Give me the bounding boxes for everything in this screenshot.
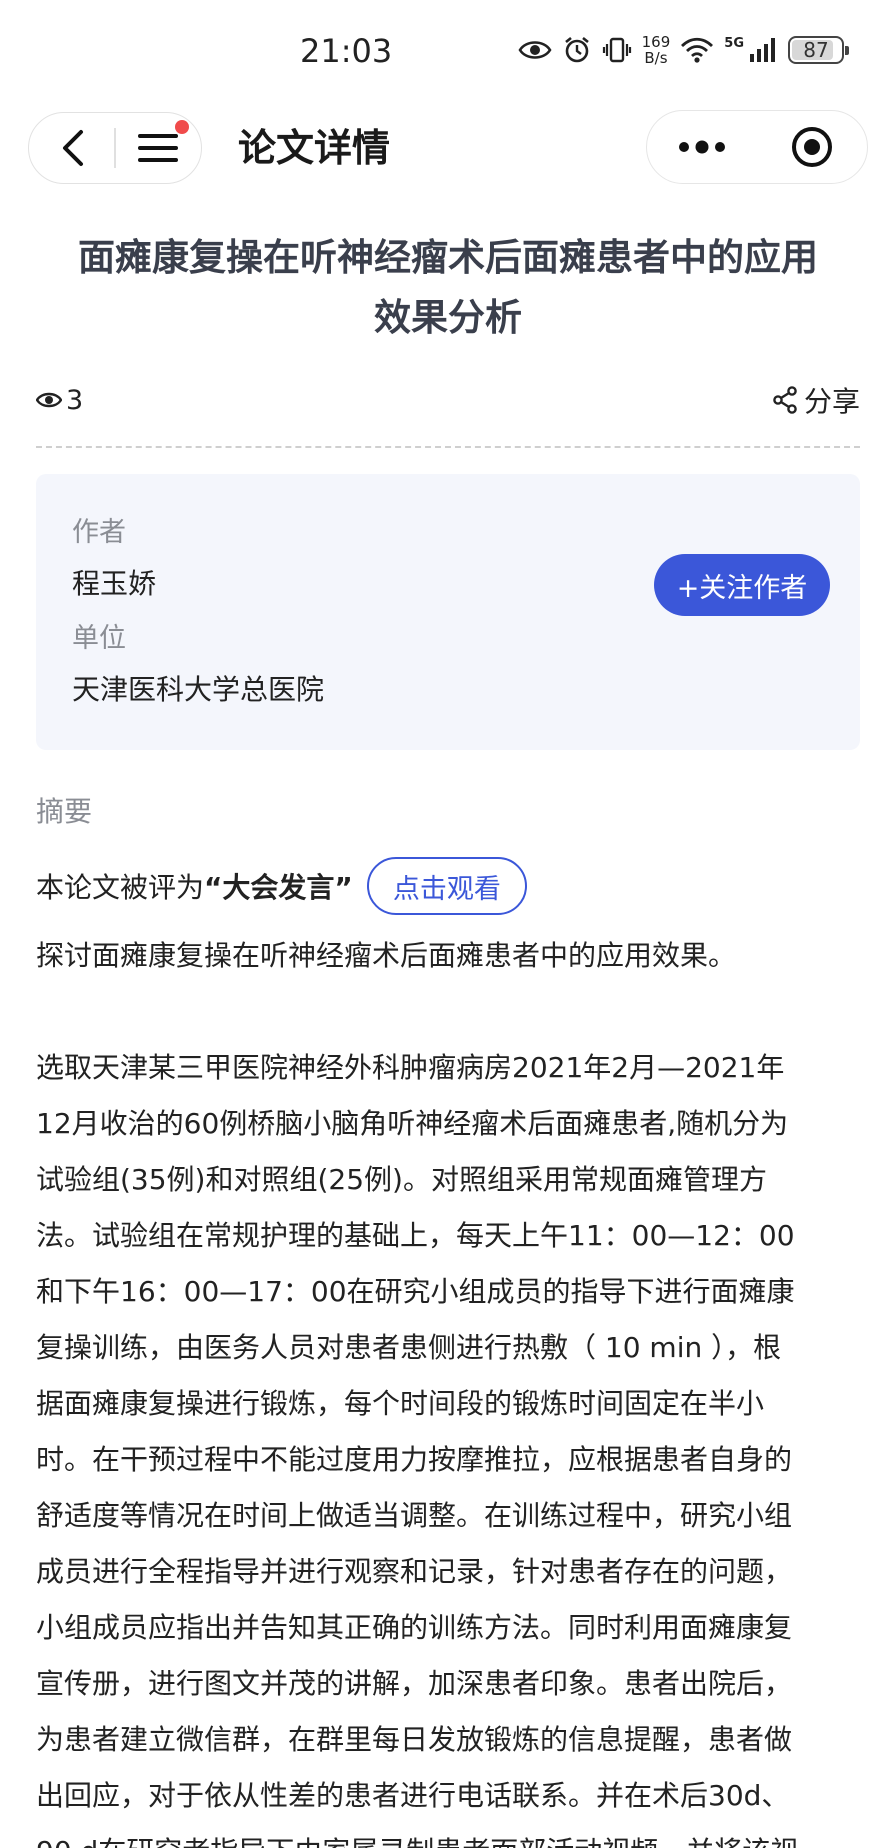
wifi-icon [681, 37, 714, 63]
abstract-line: 选取天津某三甲医院神经外科肿瘤病房2021年2月—2021年 [36, 1051, 785, 1084]
menu-button[interactable] [116, 112, 201, 184]
network-type: 5G [724, 35, 744, 51]
share-button[interactable]: 分享 [772, 380, 860, 420]
back-button[interactable] [29, 112, 114, 184]
close-target-icon [792, 127, 832, 167]
divider [36, 446, 860, 448]
abstract-line: 和下午16：00—17：00在研究小组成员的指导下进行面瘫康 [36, 1275, 795, 1308]
abstract-line: 宣传册，进行图文并茂的讲解，加深患者印象。患者出院后， [36, 1667, 793, 1700]
paper-title: 面瘫康复操在听神经瘤术后面瘫患者中的应用 效果分析 [40, 228, 856, 348]
abstract-line: 出回应，对于依从性差的患者进行电话联系。并在术后30d、 [36, 1779, 790, 1812]
abstract-line: 90 d在研究者指导下由家属录制患者面部活动视频，并将该视 [36, 1824, 864, 1848]
unit-label: 单位 [72, 623, 126, 654]
unit-name: 天津医科大学总医院 [72, 673, 325, 706]
view-count-value: 3 [66, 384, 84, 416]
paper-title-line: 面瘫康复操在听神经瘤术后面瘫患者中的应用 [78, 236, 818, 279]
abstract-line: 12月收治的60例桥脑小脑角听神经瘤术后面瘫患者,随机分为 [36, 1107, 789, 1140]
abstract-line: 小组成员应指出并告知其正确的训练方法。同时利用面瘫康复 [36, 1611, 793, 1644]
more-button[interactable] [647, 110, 757, 184]
nav-right-capsule [646, 110, 868, 184]
abstract-line: 试验组(35例)和对照组(25例)。对照组采用常规面瘫管理方 [36, 1163, 767, 1196]
author-name[interactable]: 程玉娇 [72, 562, 156, 602]
watch-button[interactable]: 点击观看 [366, 857, 527, 915]
status-time: 21:03 [300, 32, 393, 70]
abstract-line: 据面瘫康复操进行锻炼，每个时间段的锻炼时间固定在半小 [36, 1387, 765, 1420]
award-prefix: 本论文被评为 [36, 871, 205, 904]
net-speed-value: 169 [641, 33, 671, 51]
author-card: 作者 程玉娇 单位 天津医科大学总医院 +关注作者 [36, 474, 860, 750]
abstract-body: 探讨面瘫康复操在听神经瘤术后面瘫患者中的应用效果。 选取天津某三甲医院神经外科肿… [36, 928, 864, 1848]
abstract-line: 成员进行全程指导并进行观察和记录，针对患者存在的问题， [36, 1555, 793, 1588]
share-icon [773, 386, 797, 414]
net-speed: 169 B/s [642, 34, 671, 66]
more-icon [679, 140, 725, 154]
paper-title-line: 效果分析 [374, 296, 522, 339]
eye-icon [36, 392, 62, 408]
abstract-method: 选取天津某三甲医院神经外科肿瘤病房2021年2月—2021年 12月收治的60例… [36, 1040, 864, 1848]
status-icons: 169 B/s 5G 87 [518, 30, 849, 70]
status-bar: 21:03 169 B/s 5G 87 [0, 0, 896, 96]
abstract-line: 法。试验组在常规护理的基础上，每天上午11：00—12：00 [36, 1219, 795, 1252]
abstract-line: 为患者建立微信群，在群里每日发放锻炼的信息提醒，患者做 [36, 1723, 793, 1756]
view-count: 3 [36, 385, 83, 416]
abstract-line: 舒适度等情况在时间上做适当调整。在训练过程中，研究小组 [36, 1499, 793, 1532]
back-icon [62, 130, 83, 166]
award-row: 本论文被评为 “大会发言” 点击观看 [36, 856, 527, 916]
menu-icon [138, 134, 179, 162]
abstract-label: 摘要 [36, 795, 93, 828]
abstract-line: 复操训练，由医务人员对患者患侧进行热敷（ 10 min ），根 [36, 1331, 782, 1364]
share-label: 分享 [803, 385, 860, 418]
abstract-line: 时。在干预过程中不能过度用力按摩推拉，应根据患者自身的 [36, 1443, 793, 1476]
battery-icon: 87 [788, 36, 849, 64]
follow-author-button[interactable]: +关注作者 [654, 554, 830, 616]
signal-icon [750, 38, 775, 62]
alarm-icon [564, 36, 589, 63]
net-speed-unit: B/s [644, 49, 668, 67]
menu-badge [174, 120, 189, 134]
meta-row: 3 分享 [36, 380, 860, 420]
page-title: 论文详情 [238, 126, 391, 170]
award-name: “大会发言” [204, 871, 353, 904]
vibrate-icon [602, 37, 631, 63]
abstract-aim: 探讨面瘫康复操在听神经瘤术后面瘫患者中的应用效果。 [36, 939, 737, 972]
author-label: 作者 [72, 517, 126, 548]
close-button[interactable] [757, 110, 867, 184]
nav-left-capsule [28, 112, 202, 184]
paper-detail-page: 21:03 169 B/s 5G 87 论文详情 面瘫康复操在听神经瘤术后面瘫患… [0, 0, 896, 1848]
eye-icon [518, 41, 552, 59]
battery-level: 87 [803, 38, 829, 62]
